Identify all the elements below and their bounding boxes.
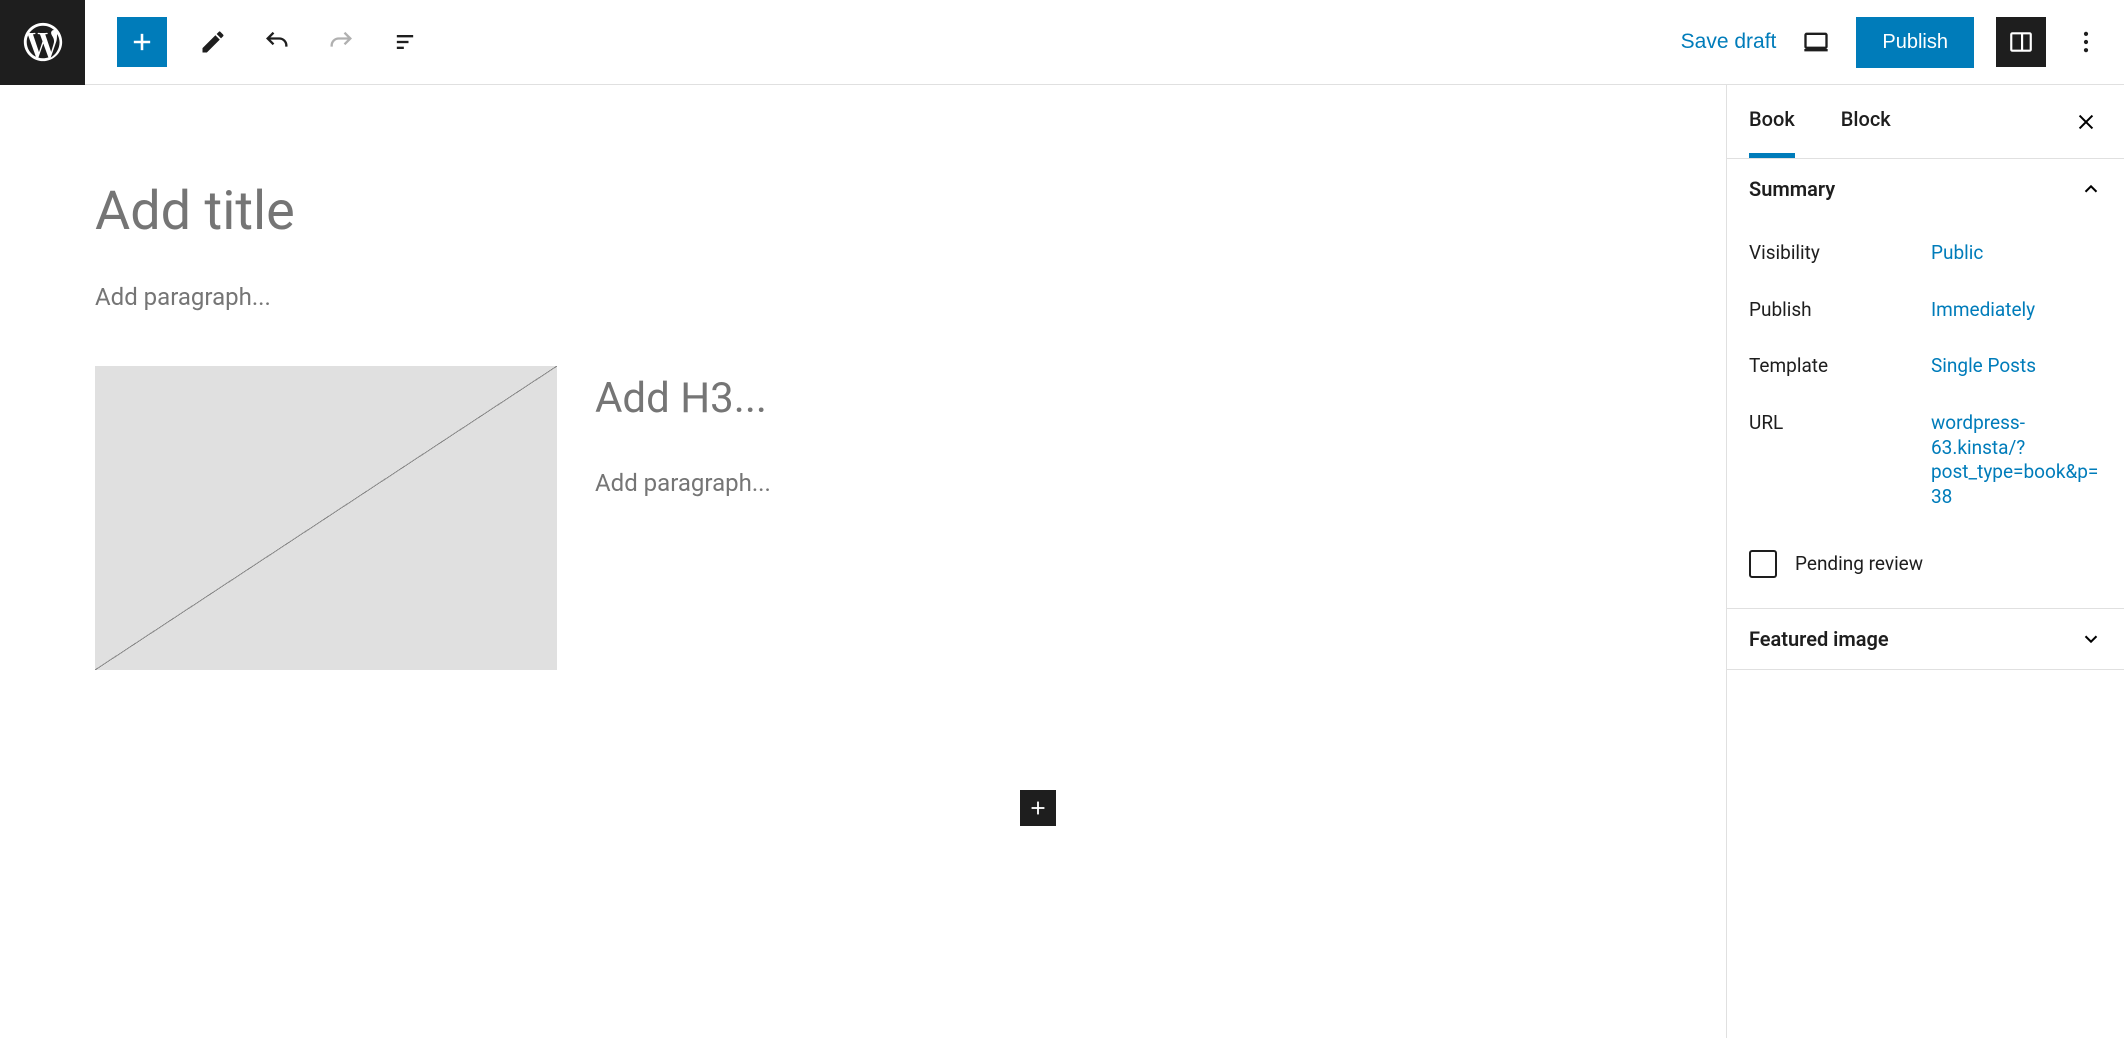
summary-panel: Summary Visibility Public Publish Immedi…	[1727, 159, 2124, 609]
undo-button[interactable]	[259, 24, 295, 60]
tab-book[interactable]: Book	[1749, 85, 1795, 158]
toolbar-left-group	[85, 17, 423, 67]
save-draft-button[interactable]: Save draft	[1681, 30, 1777, 54]
summary-panel-body: Visibility Public Publish Immediately Te…	[1727, 219, 2124, 608]
sidebar-icon	[2008, 29, 2034, 55]
publish-button[interactable]: Publish	[1856, 17, 1974, 68]
settings-sidebar-toggle[interactable]	[1996, 17, 2046, 67]
undo-icon	[263, 28, 291, 56]
publish-row: Publish Immediately	[1749, 282, 2102, 339]
publish-label: Publish	[1749, 298, 1931, 321]
image-placeholder[interactable]	[95, 366, 557, 670]
options-menu-button[interactable]	[2068, 24, 2104, 60]
add-block-button[interactable]	[117, 17, 167, 67]
kebab-icon	[2072, 28, 2100, 56]
template-row: Template Single Posts	[1749, 338, 2102, 395]
featured-image-panel-toggle[interactable]: Featured image	[1727, 609, 2124, 669]
toolbar-right-group: Save draft Publish	[1681, 17, 2124, 68]
paragraph-block[interactable]: Add paragraph...	[95, 283, 1631, 311]
redo-icon	[327, 28, 355, 56]
top-toolbar: Save draft Publish	[0, 0, 2124, 85]
tab-block[interactable]: Block	[1841, 85, 1891, 158]
media-text-content: Add H3... Add paragraph...	[595, 366, 1631, 670]
chevron-up-icon	[2080, 178, 2102, 200]
tools-button[interactable]	[195, 24, 231, 60]
visibility-label: Visibility	[1749, 241, 1931, 264]
plus-icon	[1027, 797, 1049, 819]
url-value[interactable]: wordpress-63.kinsta/?post_type=book&p=38	[1931, 411, 2102, 510]
featured-image-panel: Featured image	[1727, 609, 2124, 670]
media-text-block: Add H3... Add paragraph...	[95, 366, 1631, 670]
publish-value[interactable]: Immediately	[1931, 298, 2035, 323]
paragraph-block[interactable]: Add paragraph...	[595, 469, 1631, 497]
heading-block[interactable]: Add H3...	[595, 374, 1631, 423]
url-row: URL wordpress-63.kinsta/?post_type=book&…	[1749, 395, 2102, 526]
redo-button[interactable]	[323, 24, 359, 60]
visibility-row: Visibility Public	[1749, 225, 2102, 282]
wordpress-icon	[20, 19, 66, 65]
list-icon	[391, 28, 419, 56]
plus-icon	[128, 28, 156, 56]
pending-review-checkbox[interactable]	[1749, 550, 1777, 578]
featured-image-heading: Featured image	[1749, 627, 1889, 651]
template-value[interactable]: Single Posts	[1931, 354, 2036, 379]
chevron-down-icon	[2080, 628, 2102, 650]
insert-block-button[interactable]	[1020, 790, 1056, 826]
pending-review-label: Pending review	[1795, 552, 1923, 575]
url-label: URL	[1749, 411, 1931, 434]
summary-heading: Summary	[1749, 177, 1835, 201]
document-overview-button[interactable]	[387, 24, 423, 60]
sidebar-tabs: Book Block	[1727, 85, 2124, 159]
editor-canvas: Add title Add paragraph... Add H3... Add…	[0, 85, 1726, 1038]
template-label: Template	[1749, 354, 1931, 377]
summary-panel-toggle[interactable]: Summary	[1727, 159, 2124, 219]
preview-button[interactable]	[1798, 24, 1834, 60]
post-title-input[interactable]: Add title	[95, 180, 1631, 243]
close-sidebar-button[interactable]	[2070, 106, 2102, 138]
pencil-icon	[199, 28, 227, 56]
pending-review-row: Pending review	[1749, 526, 2102, 578]
visibility-value[interactable]: Public	[1931, 241, 1983, 266]
settings-sidebar: Book Block Summary Visibility Public Pub…	[1726, 85, 2124, 1038]
desktop-icon	[1802, 28, 1830, 56]
main-area: Add title Add paragraph... Add H3... Add…	[0, 85, 2124, 1038]
close-icon	[2075, 111, 2097, 133]
wordpress-logo-button[interactable]	[0, 0, 85, 85]
